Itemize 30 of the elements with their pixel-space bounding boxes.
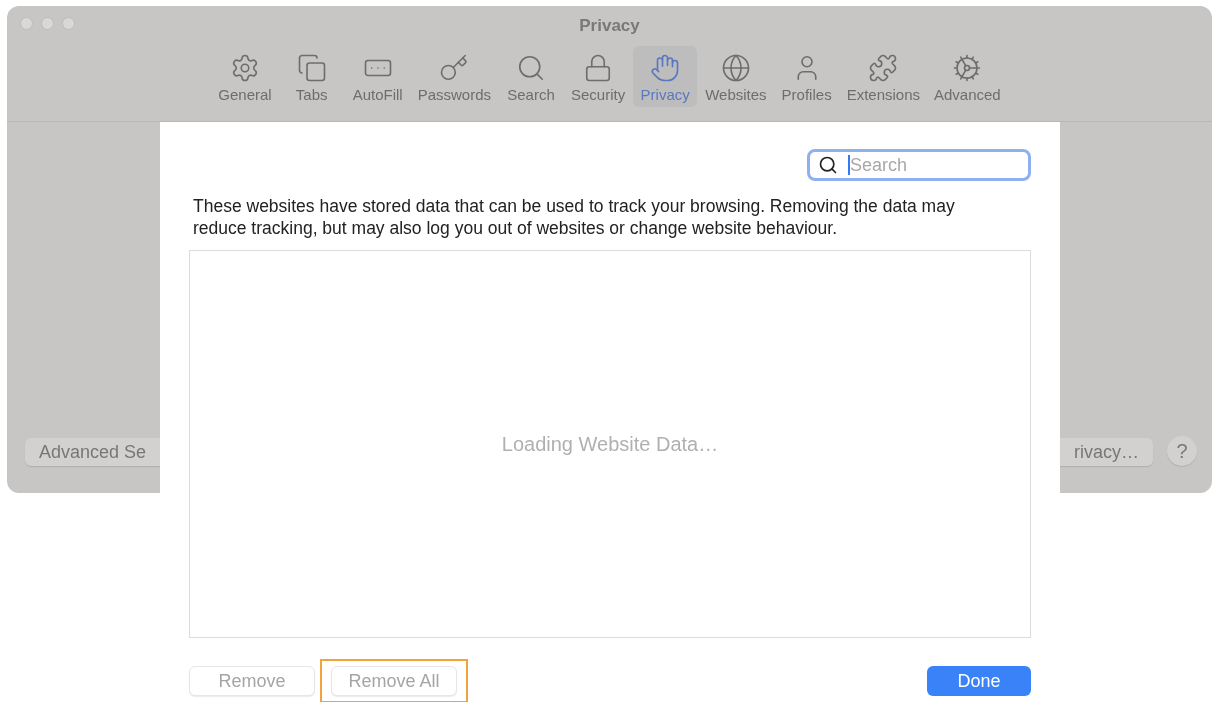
search-icon [516,53,546,83]
search-icon [818,155,838,175]
advanced-settings-button[interactable]: Advanced Se [24,438,160,466]
done-button[interactable]: Done [927,666,1031,696]
window-control-icon[interactable] [41,17,54,30]
key-icon [439,53,470,83]
globe-icon [720,53,751,83]
loading-text: Loading Website Data… [501,432,719,456]
window-control-icon[interactable] [20,17,33,30]
toolbar-tab[interactable]: Advanced [928,46,1007,107]
toolbar-tab[interactable]: Passwords [411,46,497,107]
toolbar-tab[interactable]: Tabs [279,46,344,107]
toolbar-tab[interactable]: Privacy [633,46,698,107]
window-control-icon[interactable] [62,17,75,30]
toolbar-tab[interactable]: Profiles [774,46,839,107]
toolbar-tab[interactable]: Extensions [840,46,926,107]
hand-icon [650,53,681,83]
search-field[interactable]: Search [807,149,1031,181]
toolbar-tab[interactable]: Search [499,46,563,107]
description-text: These websites have stored data that can be used to track your browsing. Removing the data may reduce tracking, but may also log you out of websites or change website behaviour. [193,195,956,239]
toolbar-tab[interactable]: AutoFill [345,46,410,107]
window-title: Privacy [579,16,640,36]
toolbar-tab[interactable]: Websites [699,46,773,107]
privacy-button[interactable]: rivacy… [1060,438,1153,466]
toolbar-tab[interactable]: General [212,46,278,107]
squares-icon [296,53,327,83]
puzzle-icon [868,53,899,83]
text-cursor [848,155,850,175]
help-button[interactable]: ? [1167,436,1197,466]
toolbar-tab[interactable]: Security [565,46,632,107]
